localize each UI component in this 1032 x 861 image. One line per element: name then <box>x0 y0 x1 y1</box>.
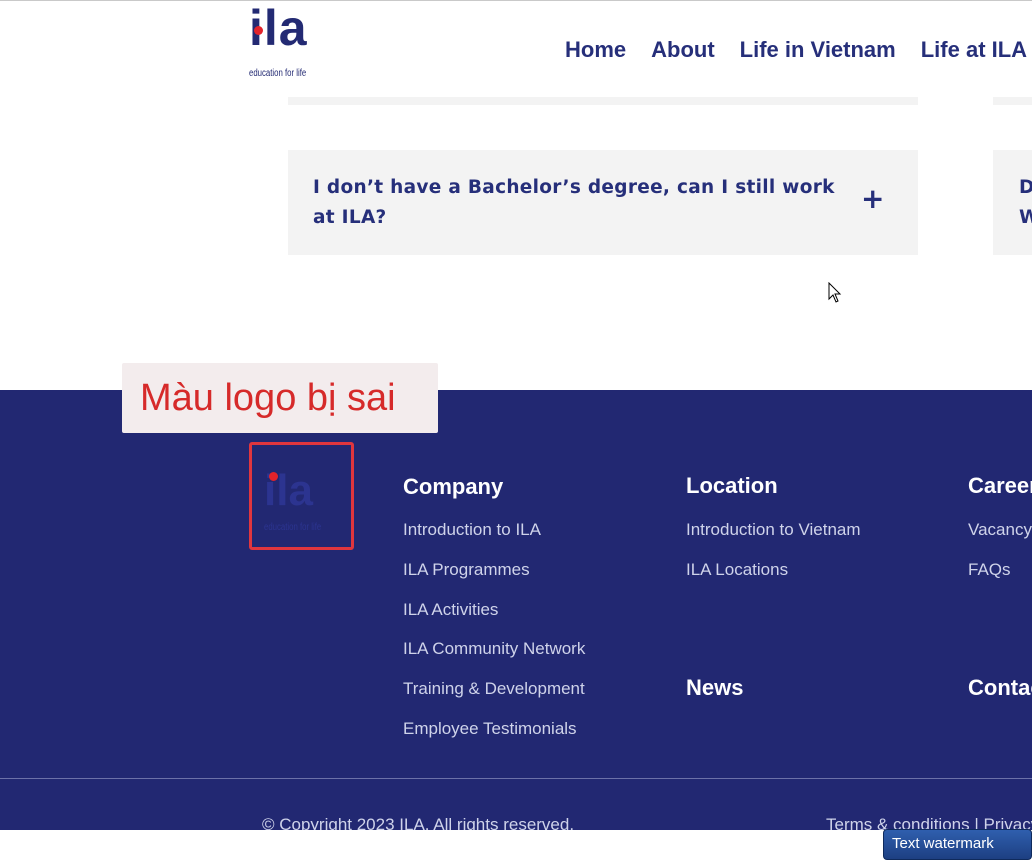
footer-link-vacancy[interactable]: Vacancy <box>968 519 1032 541</box>
footer-logo-red-dot <box>269 472 278 481</box>
footer-heading-company: Company <box>403 474 504 499</box>
annotation-text: Màu logo bị sai <box>140 377 396 419</box>
nav-life-at-ila[interactable]: Life at ILA <box>921 35 1027 65</box>
faq-item-partial[interactable]: D W <box>993 150 1032 255</box>
nav-home[interactable]: Home <box>565 35 626 65</box>
main-nav: Home About Life in Vietnam Life at ILA <box>565 35 1027 65</box>
footer-heading-news[interactable]: News <box>686 675 743 701</box>
watermark-text: Text watermark <box>892 835 994 852</box>
faq-card-previous-edge-right <box>993 97 1032 105</box>
site-header: ila education for life Home About Life i… <box>0 1 1032 97</box>
faq-question: I don’t have a Bachelor’s degree, can I … <box>313 177 835 228</box>
nav-life-in-vietnam[interactable]: Life in Vietnam <box>740 35 896 65</box>
footer-heading-careers: Careers <box>968 473 1032 498</box>
bottom-page-area <box>0 830 1032 861</box>
expand-plus-icon[interactable]: + <box>861 185 884 213</box>
footer-divider <box>0 778 1032 779</box>
footer-logo-highlight[interactable]: ila education for life <box>249 442 354 550</box>
footer-link-introduction-to-ila[interactable]: Introduction to ILA <box>403 519 541 541</box>
logo-tagline: education for life <box>249 68 307 79</box>
faq-item[interactable]: I don’t have a Bachelor’s degree, can I … <box>288 150 918 255</box>
footer-heading-location: Location <box>686 473 778 498</box>
footer-link-ila-community-network[interactable]: ILA Community Network <box>403 638 585 660</box>
faq-card-previous-edge <box>288 97 918 105</box>
footer-link-ila-locations[interactable]: ILA Locations <box>686 559 788 581</box>
footer-link-employee-testimonials[interactable]: Employee Testimonials <box>403 718 577 740</box>
footer-link-faqs[interactable]: FAQs <box>968 559 1011 581</box>
text-watermark-badge: Text watermark <box>883 829 1032 860</box>
footer-heading-contact[interactable]: Contact <box>968 675 1032 701</box>
faq-partial-line-1: D <box>1019 177 1032 198</box>
mouse-cursor-icon <box>828 282 842 303</box>
footer-link-ila-activities[interactable]: ILA Activities <box>403 599 498 621</box>
nav-about[interactable]: About <box>651 35 715 65</box>
footer-link-introduction-to-vietnam[interactable]: Introduction to Vietnam <box>686 519 861 541</box>
faq-question-partial: D W <box>1019 173 1032 233</box>
footer-link-training-development[interactable]: Training & Development <box>403 678 585 700</box>
footer-link-ila-programmes[interactable]: ILA Programmes <box>403 559 530 581</box>
site-footer: ila education for life Company Introduct… <box>0 390 1032 834</box>
ila-logo[interactable]: ila education for life <box>249 3 319 81</box>
faq-partial-line-2: W <box>1019 207 1032 228</box>
footer-logo-tagline: education for life <box>264 522 322 533</box>
logo-red-dot <box>254 26 263 35</box>
review-annotation: Màu logo bị sai <box>122 363 438 433</box>
